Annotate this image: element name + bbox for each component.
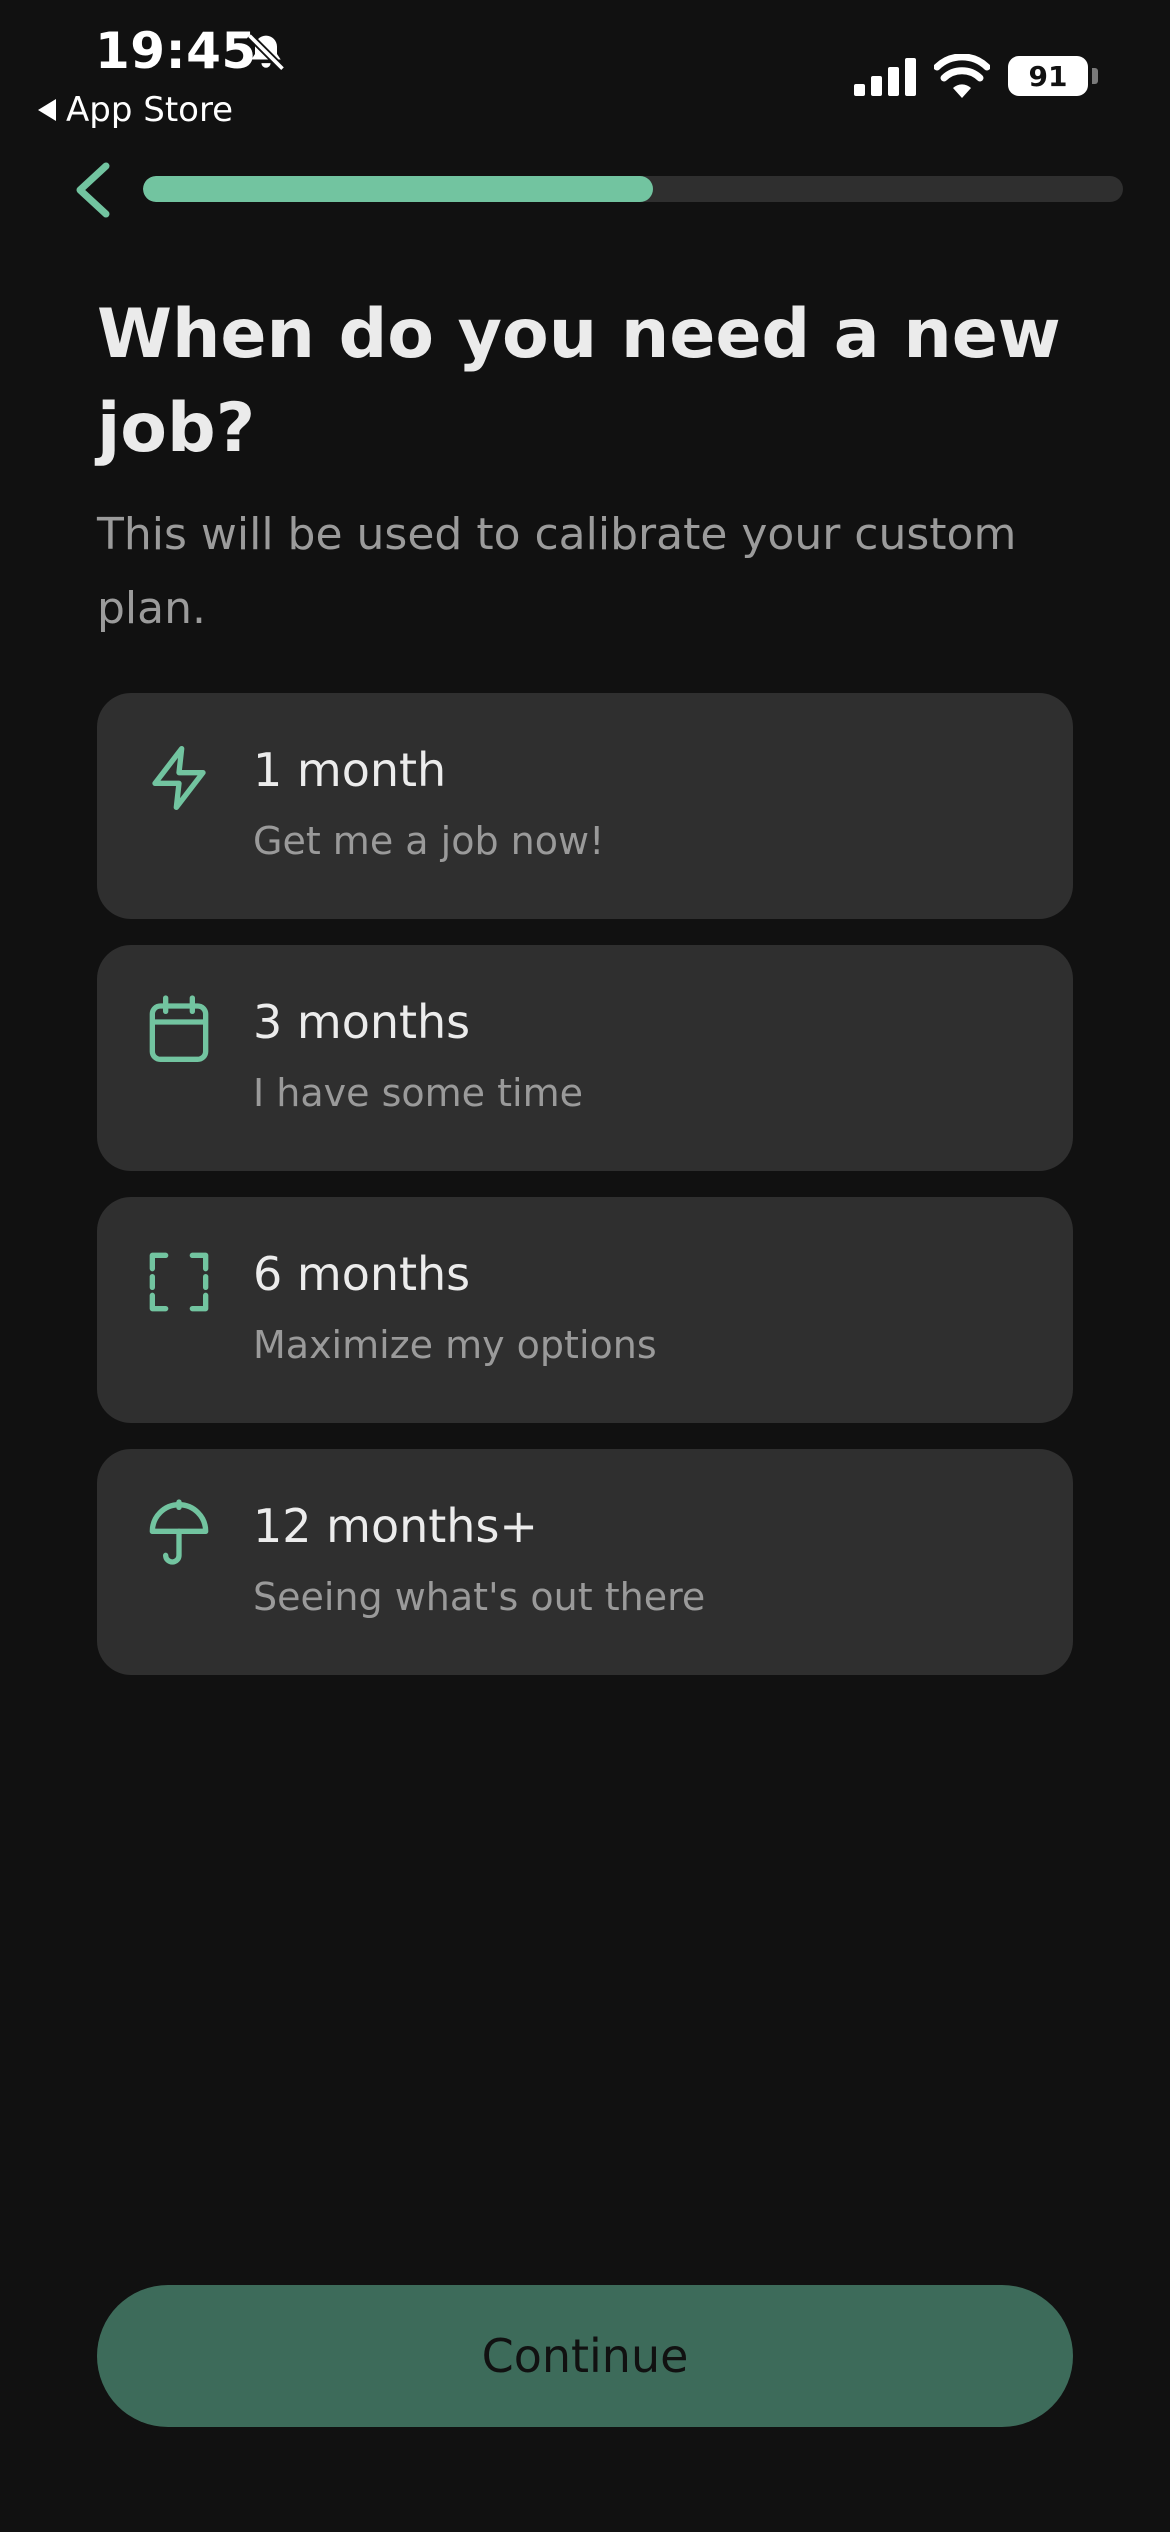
battery-nub [1092,68,1098,84]
back-app-label: App Store [66,90,234,130]
progress-bar [143,176,1123,202]
status-bar: 19:45 App Store 91 [0,0,1170,140]
progress-fill [143,176,653,202]
battery-level: 91 [1028,59,1068,93]
option-label: 1 month [253,743,447,797]
cellular-signal-icon [854,58,916,96]
page-subtitle: This will be used to calibrate your cust… [97,509,1017,634]
option-description: Maximize my options [253,1323,657,1367]
page-title: When do you need a new job? [97,295,1061,468]
back-triangle-icon [38,99,56,121]
option-3-months[interactable]: 3 months I have some time [97,945,1073,1171]
back-to-app-store[interactable]: App Store [38,90,233,130]
calendar-icon [149,995,209,1062]
battery-indicator: 91 [1008,56,1088,96]
option-description: Get me a job now! [253,819,605,863]
option-label: 12 months+ [253,1499,538,1553]
continue-button[interactable]: Continue [97,2285,1073,2427]
umbrella-icon [149,1499,209,1565]
option-label: 6 months [253,1247,471,1301]
expand-icon [149,1252,209,1312]
option-description: Seeing what's out there [253,1575,706,1619]
option-1-month[interactable]: 1 month Get me a job now! [97,693,1073,919]
lightning-icon [152,746,206,810]
option-6-months[interactable]: 6 months Maximize my options [97,1197,1073,1423]
option-label: 3 months [253,995,471,1049]
option-description: I have some time [253,1071,583,1115]
option-12-months-plus[interactable]: 12 months+ Seeing what's out there [97,1449,1073,1675]
status-time: 19:45 [95,22,257,80]
back-chevron-icon[interactable] [70,160,118,220]
bell-muted-icon [246,33,286,72]
timeframe-options: 1 month Get me a job now! 3 months I hav… [97,693,1073,1701]
wifi-icon [934,54,990,98]
